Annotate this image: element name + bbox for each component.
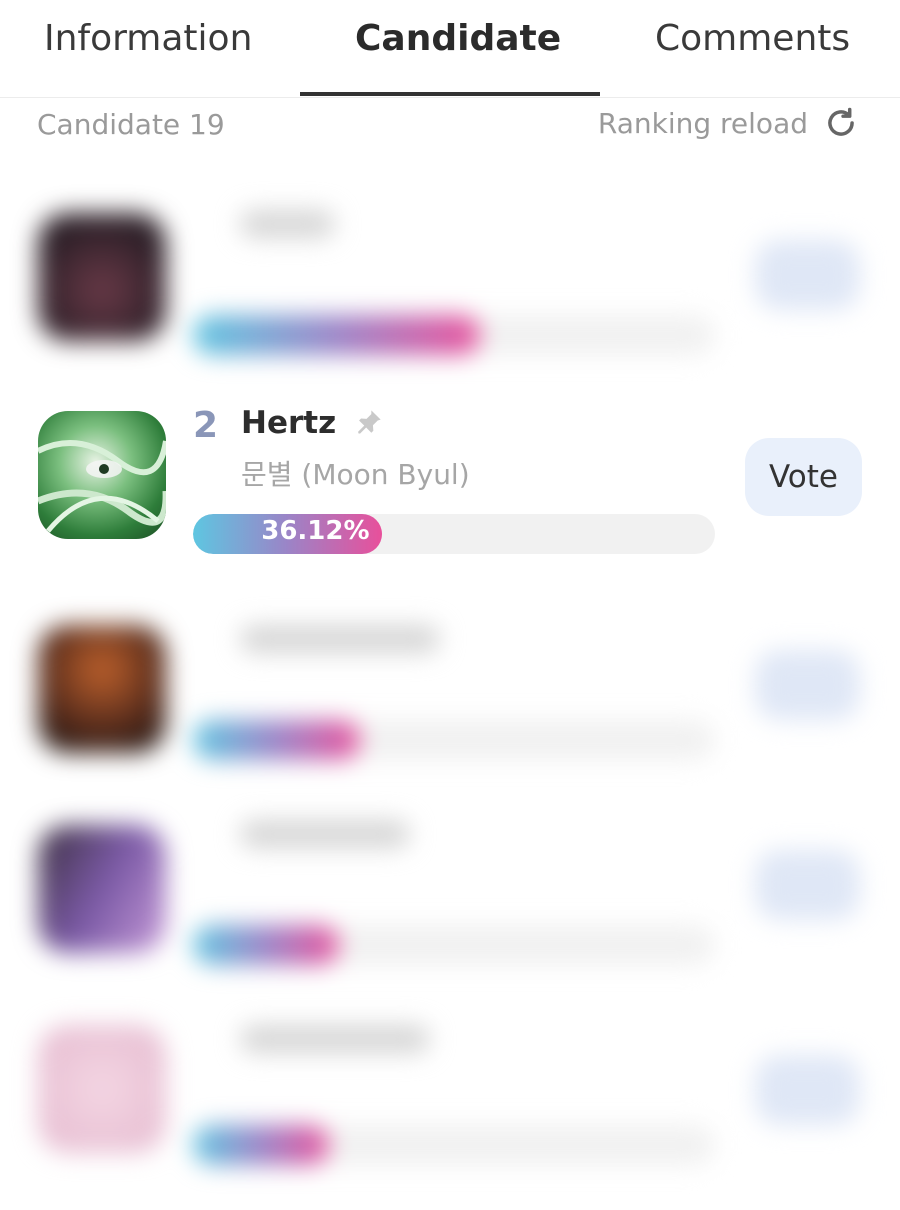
vote-progress-fill: 36.12% (193, 514, 382, 554)
vote-progress-fill (193, 925, 340, 965)
candidate-subheader: Candidate 19 Ranking reload (0, 100, 900, 160)
album-art-pattern (38, 440, 166, 533)
tab-information[interactable]: Information (44, 18, 252, 59)
vote-progress-fill (193, 315, 481, 355)
vote-progress-bar (193, 720, 715, 760)
album-cover (38, 411, 166, 539)
vote-progress-fill (193, 720, 361, 760)
list-item (0, 185, 900, 385)
vote-button[interactable]: Vote (745, 438, 862, 516)
tab-comments[interactable]: Comments (655, 18, 850, 59)
vote-button[interactable] (755, 1055, 860, 1125)
title-placeholder (240, 1025, 430, 1053)
list-item (0, 605, 900, 805)
vote-button[interactable] (755, 850, 860, 920)
vote-progress-bar (193, 1125, 715, 1165)
title-placeholder (240, 210, 335, 238)
album-cover (38, 825, 166, 953)
candidate-count: Candidate 19 (37, 108, 225, 141)
vote-progress-bar: 36.12% (193, 514, 715, 554)
tab-candidate[interactable]: Candidate (355, 18, 561, 59)
artist-name: 문별 (Moon Byul) (241, 458, 470, 491)
pin-icon (358, 410, 381, 434)
tab-bar: Information Candidate Comments (0, 0, 900, 98)
vote-progress-bar (193, 315, 715, 355)
vote-percent: 36.12% (261, 516, 370, 546)
vote-progress-bar (193, 925, 715, 965)
title-placeholder (240, 625, 440, 653)
rank-number: 2 (193, 405, 219, 446)
ranking-reload-label: Ranking reload (597, 106, 808, 140)
active-tab-indicator (300, 92, 600, 96)
vote-button[interactable] (755, 240, 860, 310)
album-cover (38, 213, 166, 341)
list-item (0, 1010, 900, 1210)
album-cover (38, 1025, 166, 1153)
vote-progress-fill (193, 1125, 329, 1165)
album-cover (38, 625, 166, 753)
title-placeholder (240, 820, 410, 848)
vote-button[interactable] (755, 650, 860, 720)
song-title: Hertz (241, 405, 337, 441)
list-item (0, 810, 900, 1010)
list-item-hertz: 2 Hertz 문별 (Moon Byul) 36.12% Vote (0, 395, 900, 595)
refresh-icon (828, 107, 854, 136)
ranking-reload-button[interactable]: Ranking reload (598, 104, 860, 142)
